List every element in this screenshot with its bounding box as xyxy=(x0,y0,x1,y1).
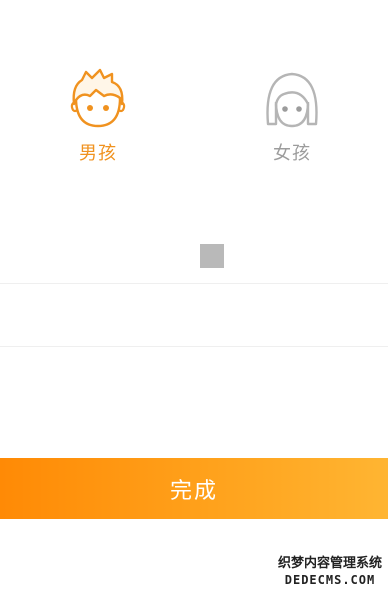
divider-bottom xyxy=(0,346,388,347)
watermark: 织梦内容管理系统 DEDECMS.COM xyxy=(278,556,382,588)
complete-button[interactable]: 完成 xyxy=(0,458,388,519)
gender-option-girl[interactable]: 女孩 xyxy=(252,68,332,168)
watermark-line2: DEDECMS.COM xyxy=(284,573,376,587)
gender-option-boy[interactable]: 男孩 xyxy=(58,68,138,168)
girl-avatar-icon xyxy=(266,72,318,128)
watermark-line1: 织梦内容管理系统 xyxy=(277,556,382,571)
boy-label: 男孩 xyxy=(79,143,117,164)
image-placeholder xyxy=(200,244,224,268)
boy-avatar-icon xyxy=(70,68,126,128)
girl-label: 女孩 xyxy=(273,143,311,164)
input-row[interactable] xyxy=(0,284,388,346)
